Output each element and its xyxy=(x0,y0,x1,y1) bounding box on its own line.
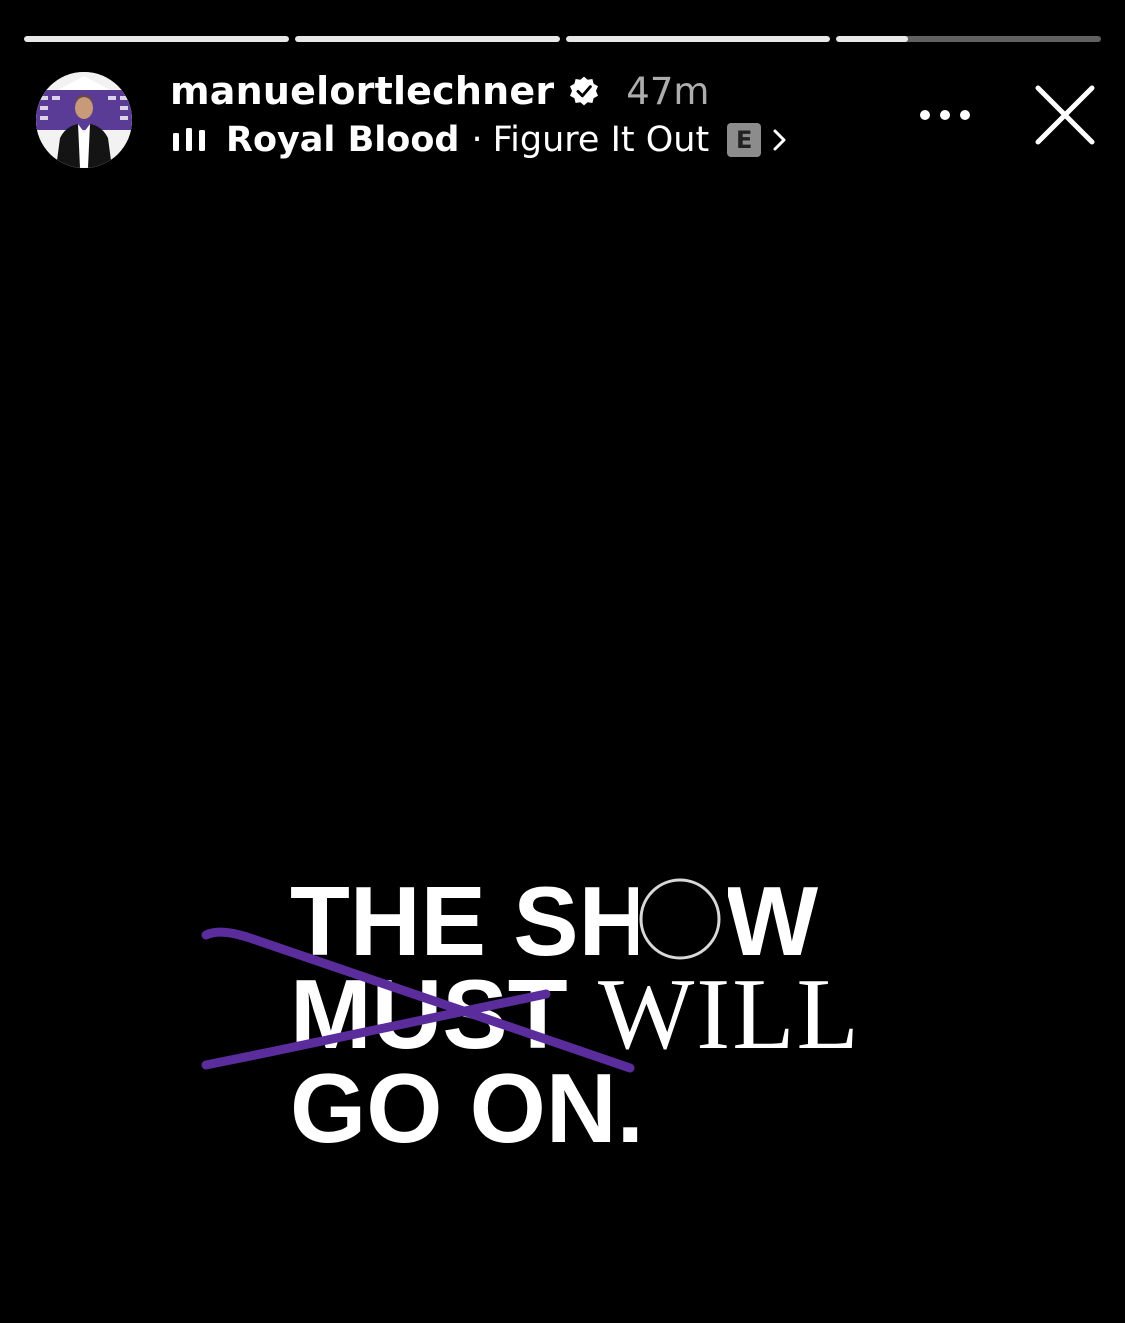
story-header: manuelortlechner 47m xyxy=(170,66,709,116)
profile-photo xyxy=(36,72,132,168)
music-sticker-link[interactable]: Royal Blood · Figure It Out E xyxy=(172,116,789,164)
story-viewer: manuelortlechner 47m Royal Blood · Figur… xyxy=(0,0,1125,1323)
story-progress-bar xyxy=(24,36,1101,42)
post-time: 47m xyxy=(626,69,710,113)
close-icon[interactable] xyxy=(1032,82,1098,148)
story-line-3: GO ON. xyxy=(290,1053,644,1163)
explicit-badge: E xyxy=(727,123,762,157)
equalizer-bars-icon xyxy=(173,128,205,151)
music-separator: · xyxy=(471,120,483,160)
progress-segment xyxy=(24,36,289,42)
avatar[interactable] xyxy=(36,72,132,168)
chevron-right-icon xyxy=(773,129,786,151)
letter-mask xyxy=(638,874,728,964)
music-title: Figure It Out xyxy=(492,120,710,160)
story-text-graphic: THE SHOW MUST WILL GO ON. xyxy=(201,866,859,1163)
verified-badge-icon xyxy=(570,76,599,106)
username[interactable]: manuelortlechner xyxy=(170,69,554,113)
more-options-icon[interactable] xyxy=(916,98,974,132)
progress-segment xyxy=(565,36,831,42)
music-artist: Royal Blood xyxy=(226,120,460,160)
progress-segment xyxy=(294,36,560,42)
progress-segment-current xyxy=(836,36,1101,42)
